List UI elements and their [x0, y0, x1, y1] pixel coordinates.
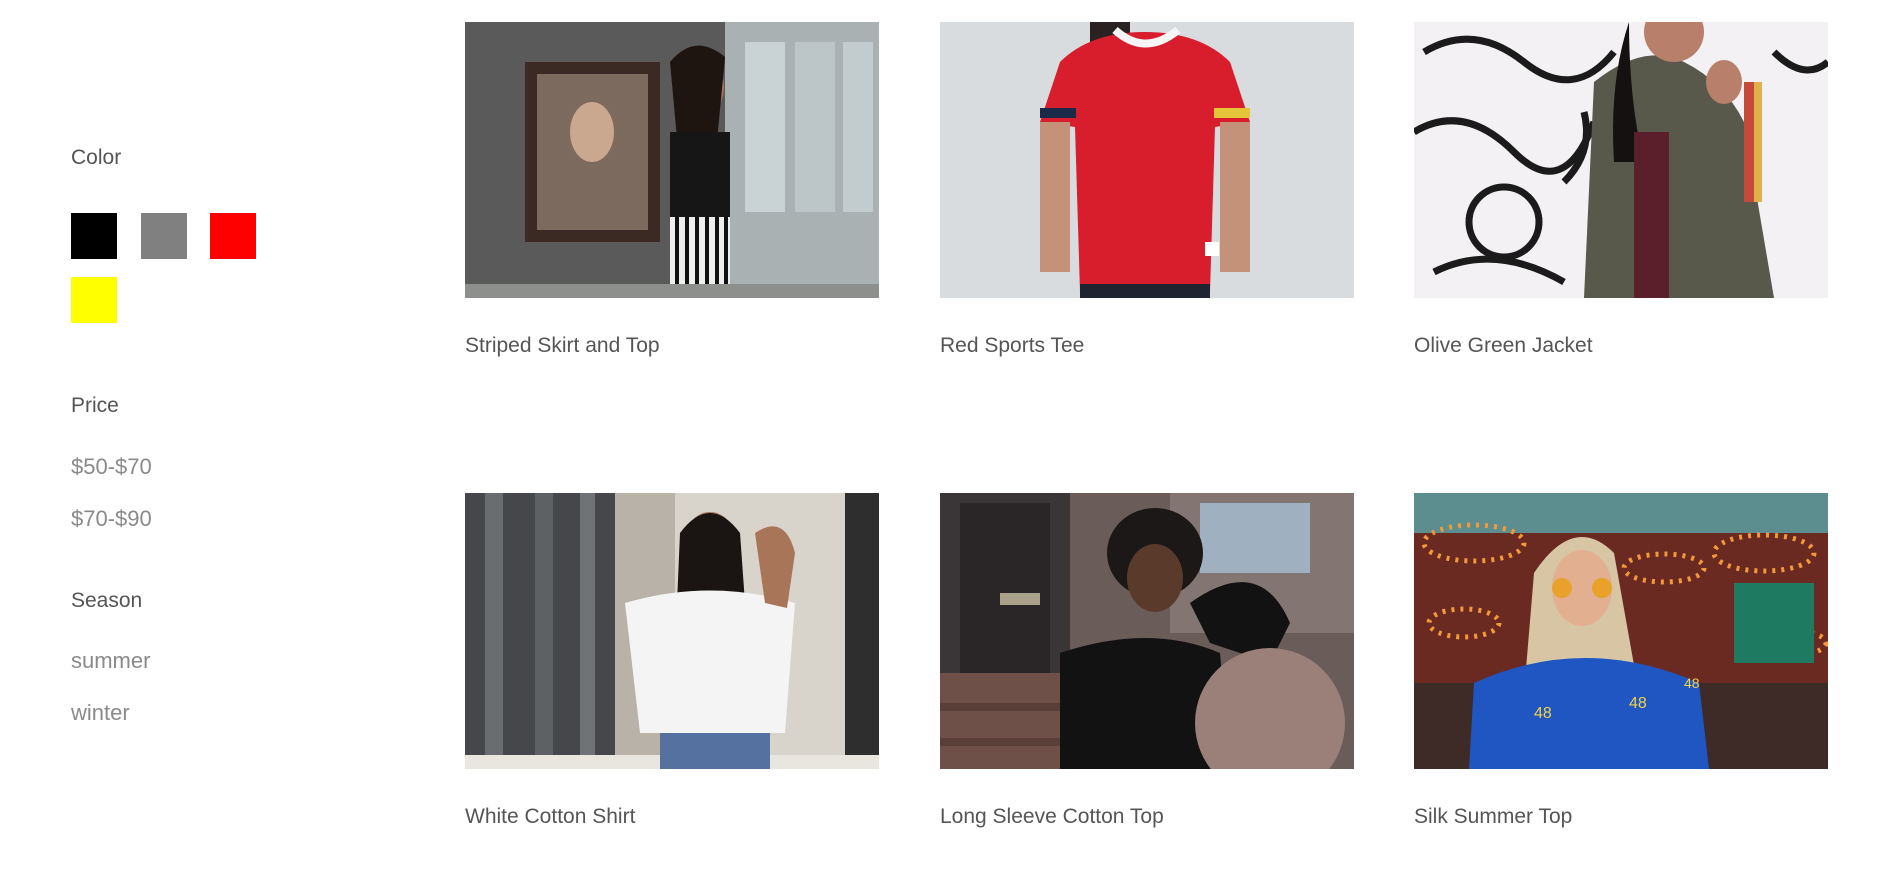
product-photo[interactable] — [465, 493, 879, 769]
product-photo[interactable] — [940, 22, 1354, 298]
product-name[interactable]: Silk Summer Top — [1414, 805, 1572, 829]
product-name[interactable]: Red Sports Tee — [940, 334, 1084, 358]
svg-text:48: 48 — [1629, 695, 1647, 712]
product-name[interactable]: Long Sleeve Cotton Top — [940, 805, 1164, 829]
season-option-winter[interactable]: winter — [71, 700, 130, 726]
product-photo[interactable] — [1414, 22, 1828, 298]
price-option-50-70[interactable]: $50-$70 — [71, 454, 152, 480]
product-name[interactable]: Olive Green Jacket — [1414, 334, 1593, 358]
season-filter-title: Season — [71, 589, 143, 612]
color-swatch-red[interactable] — [210, 213, 256, 259]
color-filter-title: Color — [71, 146, 122, 169]
color-swatch-yellow[interactable] — [71, 277, 117, 323]
price-option-70-90[interactable]: $70-$90 — [71, 506, 152, 532]
product-name[interactable]: White Cotton Shirt — [465, 805, 635, 829]
color-swatch-black[interactable] — [71, 213, 117, 259]
season-option-summer[interactable]: summer — [71, 648, 150, 674]
product-photo[interactable]: 48 48 48 — [1414, 493, 1828, 769]
product-photo[interactable] — [940, 493, 1354, 769]
svg-text:48: 48 — [1534, 705, 1552, 722]
product-name[interactable]: Striped Skirt and Top — [465, 334, 660, 358]
svg-text:48: 48 — [1684, 675, 1700, 691]
color-swatch-gray[interactable] — [141, 213, 187, 259]
product-photo[interactable] — [465, 22, 879, 298]
price-filter-title: Price — [71, 394, 119, 417]
